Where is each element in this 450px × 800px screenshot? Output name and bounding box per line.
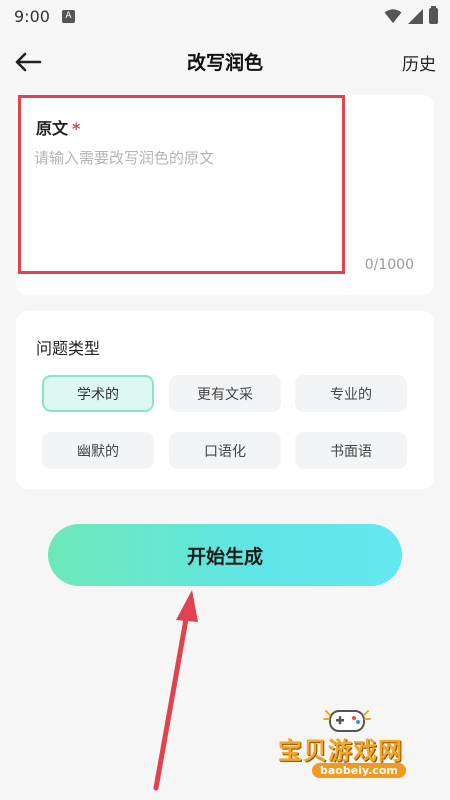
signal-icon [408, 8, 423, 24]
annotation-arrow [153, 590, 198, 791]
battery-icon [429, 6, 438, 24]
original-text-label: 原文 * [36, 115, 80, 139]
char-count: 0/1000 [364, 257, 414, 273]
status-icons [384, 6, 438, 24]
wifi-icon [384, 9, 402, 23]
type-option-professional[interactable]: 专业的 [295, 375, 407, 412]
question-type-card: 问题类型 学术的 更有文采 专业的 幽默的 口语化 书面语 [16, 311, 434, 489]
status-time: 9:00 [14, 6, 50, 26]
type-option-colloquial[interactable]: 口语化 [169, 432, 281, 469]
watermark-url: baobeiy.com [312, 763, 406, 778]
original-text-input[interactable] [34, 147, 334, 267]
watermark-title: 宝贝游戏网 [278, 737, 403, 765]
required-mark: * [72, 119, 81, 138]
history-button[interactable]: 历史 [402, 50, 436, 75]
header: 改写润色 历史 [0, 40, 450, 84]
page-title: 改写润色 [186, 52, 263, 74]
status-bar: 9:00 A [0, 0, 450, 32]
watermark-logo: 宝贝游戏网 baobeiy.com [270, 705, 430, 785]
original-text-label-text: 原文 [36, 119, 69, 138]
original-text-card: 原文* 0/1000 [16, 95, 434, 295]
question-type-title: 问题类型 [36, 339, 101, 358]
type-option-academic[interactable]: 学术的 [42, 375, 154, 412]
type-option-humorous[interactable]: 幽默的 [42, 432, 154, 469]
type-option-literary[interactable]: 更有文采 [169, 375, 281, 412]
notification-a-icon: A [61, 9, 75, 23]
generate-button[interactable]: 开始生成 [48, 524, 402, 586]
type-option-written[interactable]: 书面语 [295, 432, 407, 469]
